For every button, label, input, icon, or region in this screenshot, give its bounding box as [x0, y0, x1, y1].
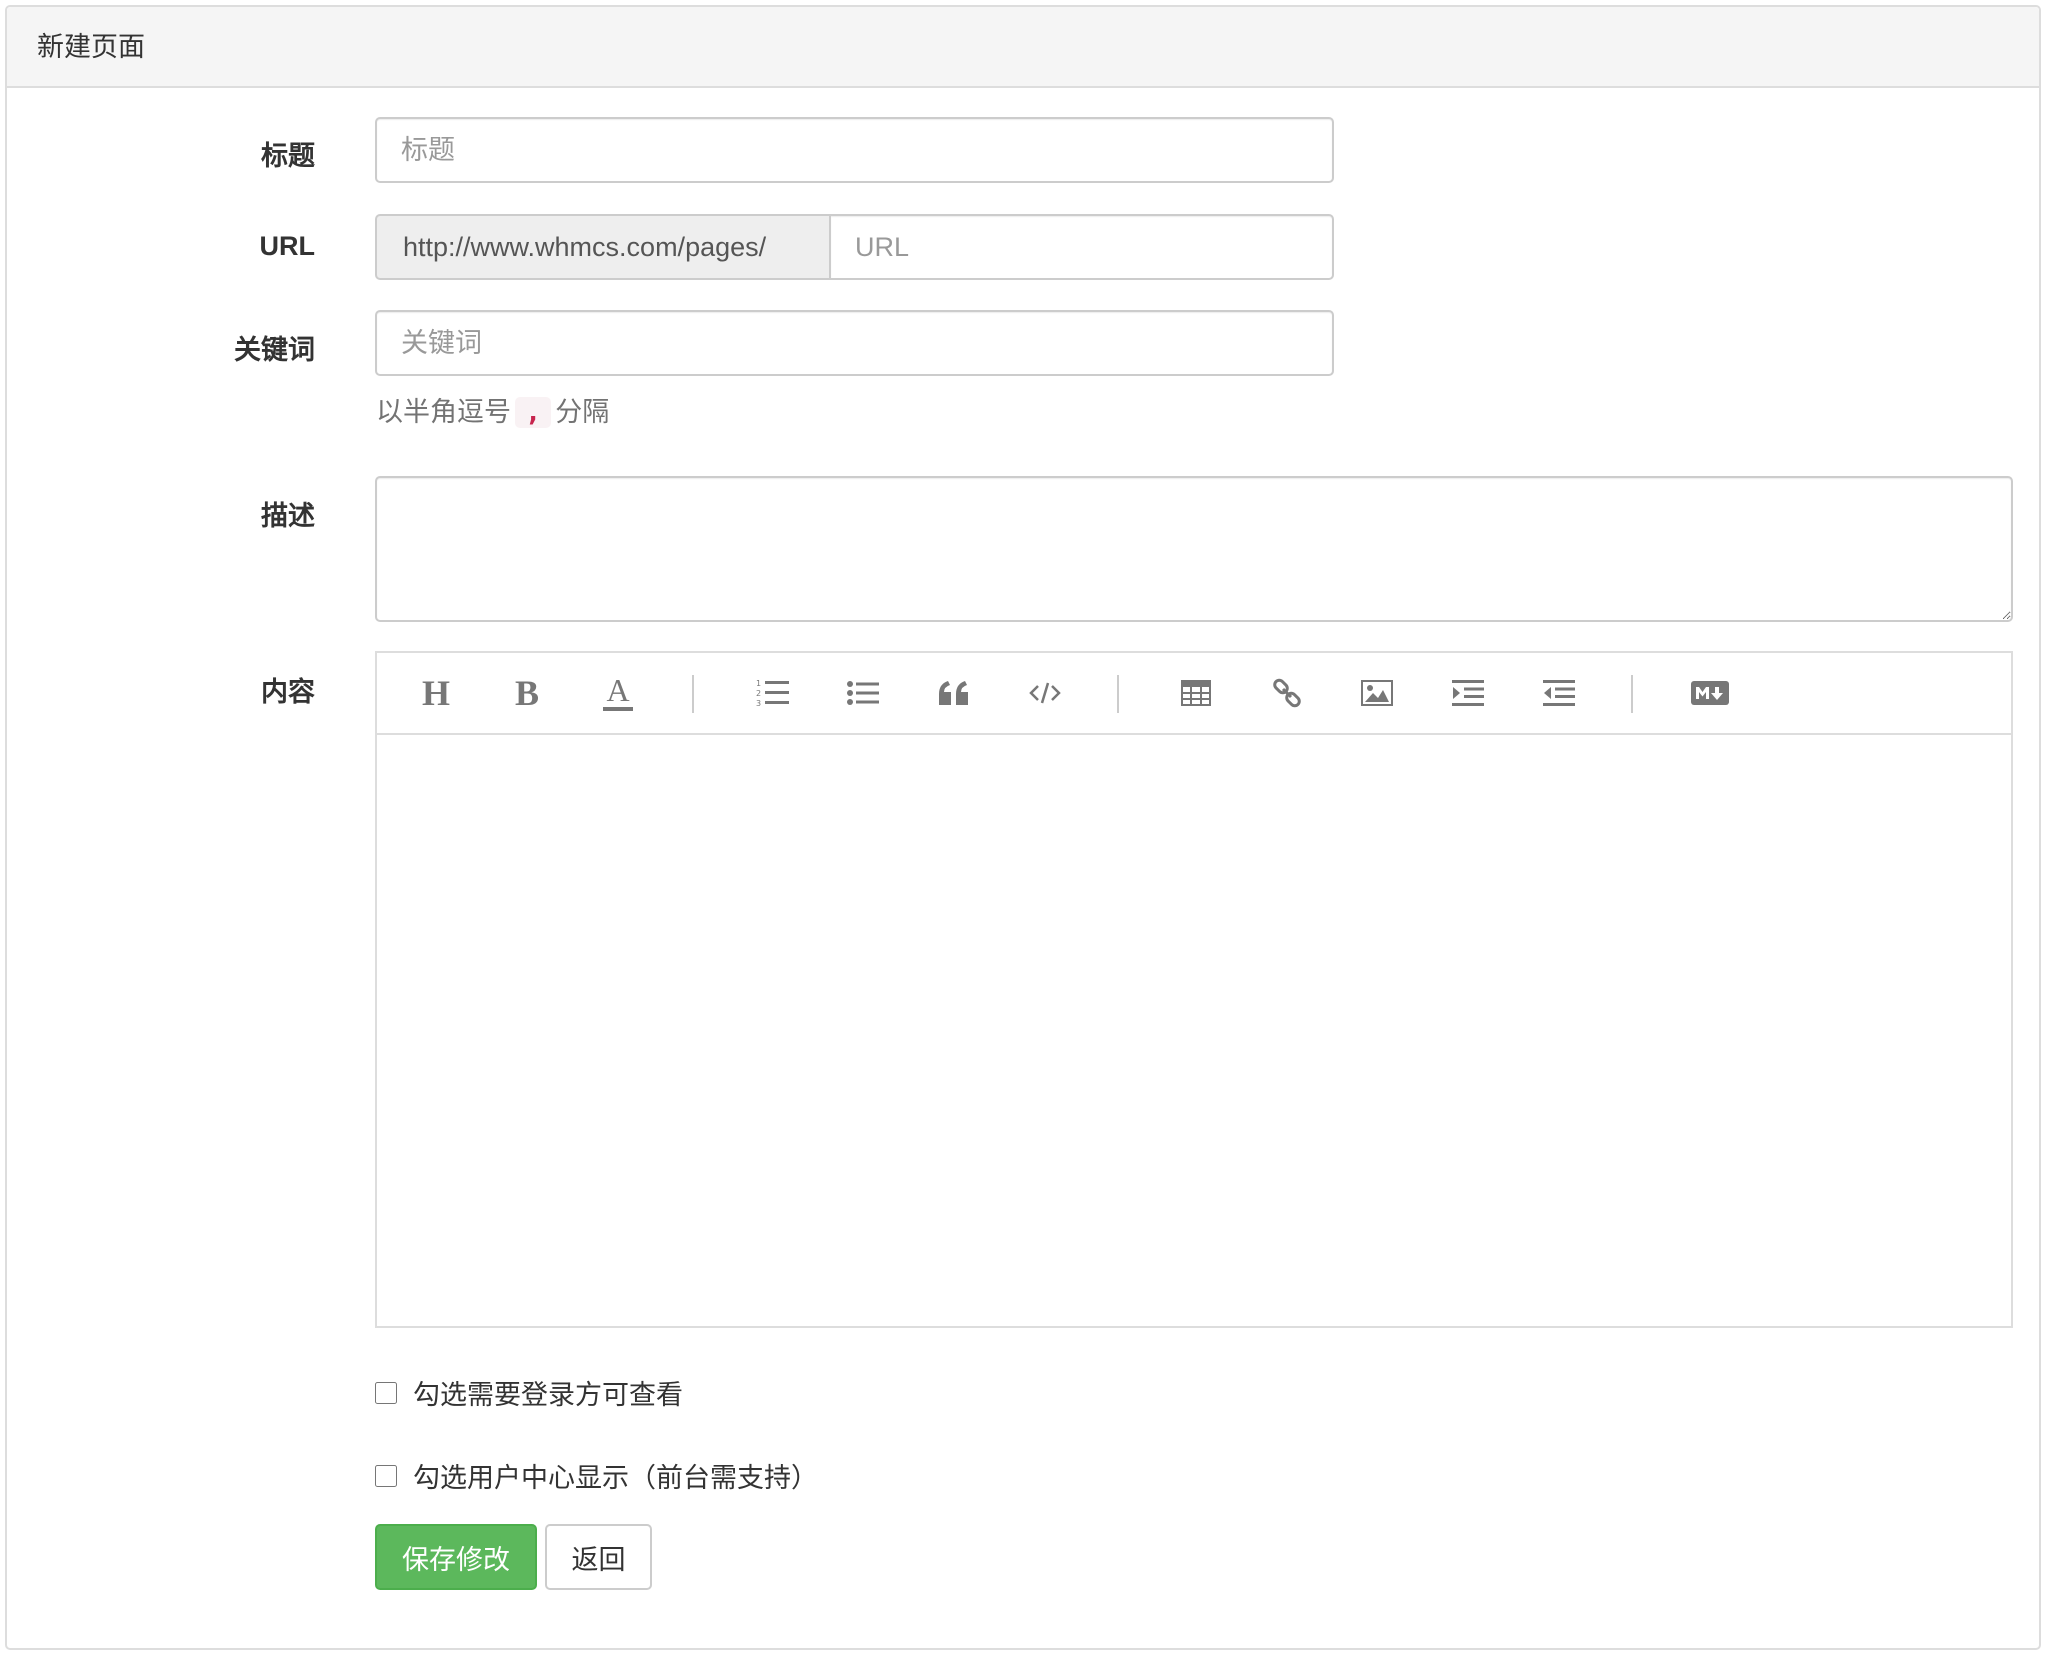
url-prefix: http://www.whmcs.com/pages/ — [375, 214, 831, 280]
editor-toolbar: H B A 1 2 3 — [377, 653, 2011, 735]
url-input[interactable] — [829, 214, 1334, 280]
back-button[interactable]: 返回 — [545, 1524, 652, 1590]
save-button[interactable]: 保存修改 — [375, 1524, 537, 1590]
panel-title: 新建页面 — [7, 7, 2039, 88]
indent-svg — [1452, 680, 1484, 706]
bold-glyph: B — [514, 673, 539, 713]
outdent-icon[interactable] — [1535, 669, 1583, 717]
heading-glyph: H — [421, 673, 450, 713]
show-in-client-checkbox[interactable] — [375, 1464, 397, 1487]
description-label: 描述 — [261, 501, 315, 531]
ordered-list-svg: 1 2 3 — [756, 679, 789, 708]
toolbar-divider — [1117, 675, 1119, 713]
keywords-input[interactable] — [375, 310, 1334, 376]
title-label: 标题 — [261, 141, 315, 171]
text-color-underline — [603, 707, 633, 711]
blockquote-svg — [939, 681, 968, 705]
table-icon[interactable] — [1172, 669, 1220, 717]
blockquote-icon[interactable] — [930, 669, 978, 717]
toolbar-divider — [1631, 675, 1633, 713]
require-login-option[interactable]: 勾选需要登录方可查看 — [375, 1373, 683, 1412]
unordered-list-svg — [847, 681, 879, 705]
text-color-icon[interactable]: A — [594, 669, 642, 717]
title-input[interactable] — [375, 117, 1334, 183]
indent-icon[interactable] — [1444, 669, 1492, 717]
require-login-label: 勾选需要登录方可查看 — [413, 1380, 683, 1410]
comma-code: , — [515, 397, 552, 428]
markdown-svg — [1691, 681, 1729, 705]
unordered-list-icon[interactable] — [839, 669, 887, 717]
heading-icon[interactable]: H — [412, 669, 460, 717]
outdent-svg — [1543, 680, 1575, 706]
content-label: 内容 — [261, 677, 315, 707]
show-in-client-label: 勾选用户中心显示（前台需支持） — [413, 1463, 818, 1493]
require-login-checkbox[interactable] — [375, 1381, 397, 1404]
code-icon[interactable] — [1021, 669, 1069, 717]
svg-text:3: 3 — [756, 699, 761, 708]
image-svg — [1361, 680, 1393, 706]
url-label: URL — [259, 231, 316, 261]
markdown-editor: H B A 1 2 3 — [375, 651, 2013, 1328]
keywords-help-text: 以半角逗号 — [376, 397, 511, 427]
show-in-client-option[interactable]: 勾选用户中心显示（前台需支持） — [375, 1456, 818, 1495]
markdown-icon[interactable] — [1686, 669, 1734, 717]
svg-text:1: 1 — [756, 679, 761, 688]
table-svg — [1181, 680, 1211, 706]
editor-content-area[interactable] — [377, 735, 2011, 1326]
image-icon[interactable] — [1353, 669, 1401, 717]
bold-icon[interactable]: B — [503, 669, 551, 717]
link-svg — [1273, 678, 1301, 708]
svg-text:2: 2 — [756, 689, 761, 698]
description-textarea[interactable] — [375, 476, 2013, 622]
toolbar-divider — [692, 675, 694, 713]
keywords-label: 关键词 — [234, 335, 315, 365]
code-svg — [1029, 682, 1061, 704]
ordered-list-icon[interactable]: 1 2 3 — [749, 669, 797, 717]
text-color-glyph: A — [606, 672, 630, 708]
link-icon[interactable] — [1263, 669, 1311, 717]
keywords-help-suffix: 分隔 — [555, 397, 610, 427]
keywords-help: 以半角逗号, 分隔 — [376, 390, 609, 429]
